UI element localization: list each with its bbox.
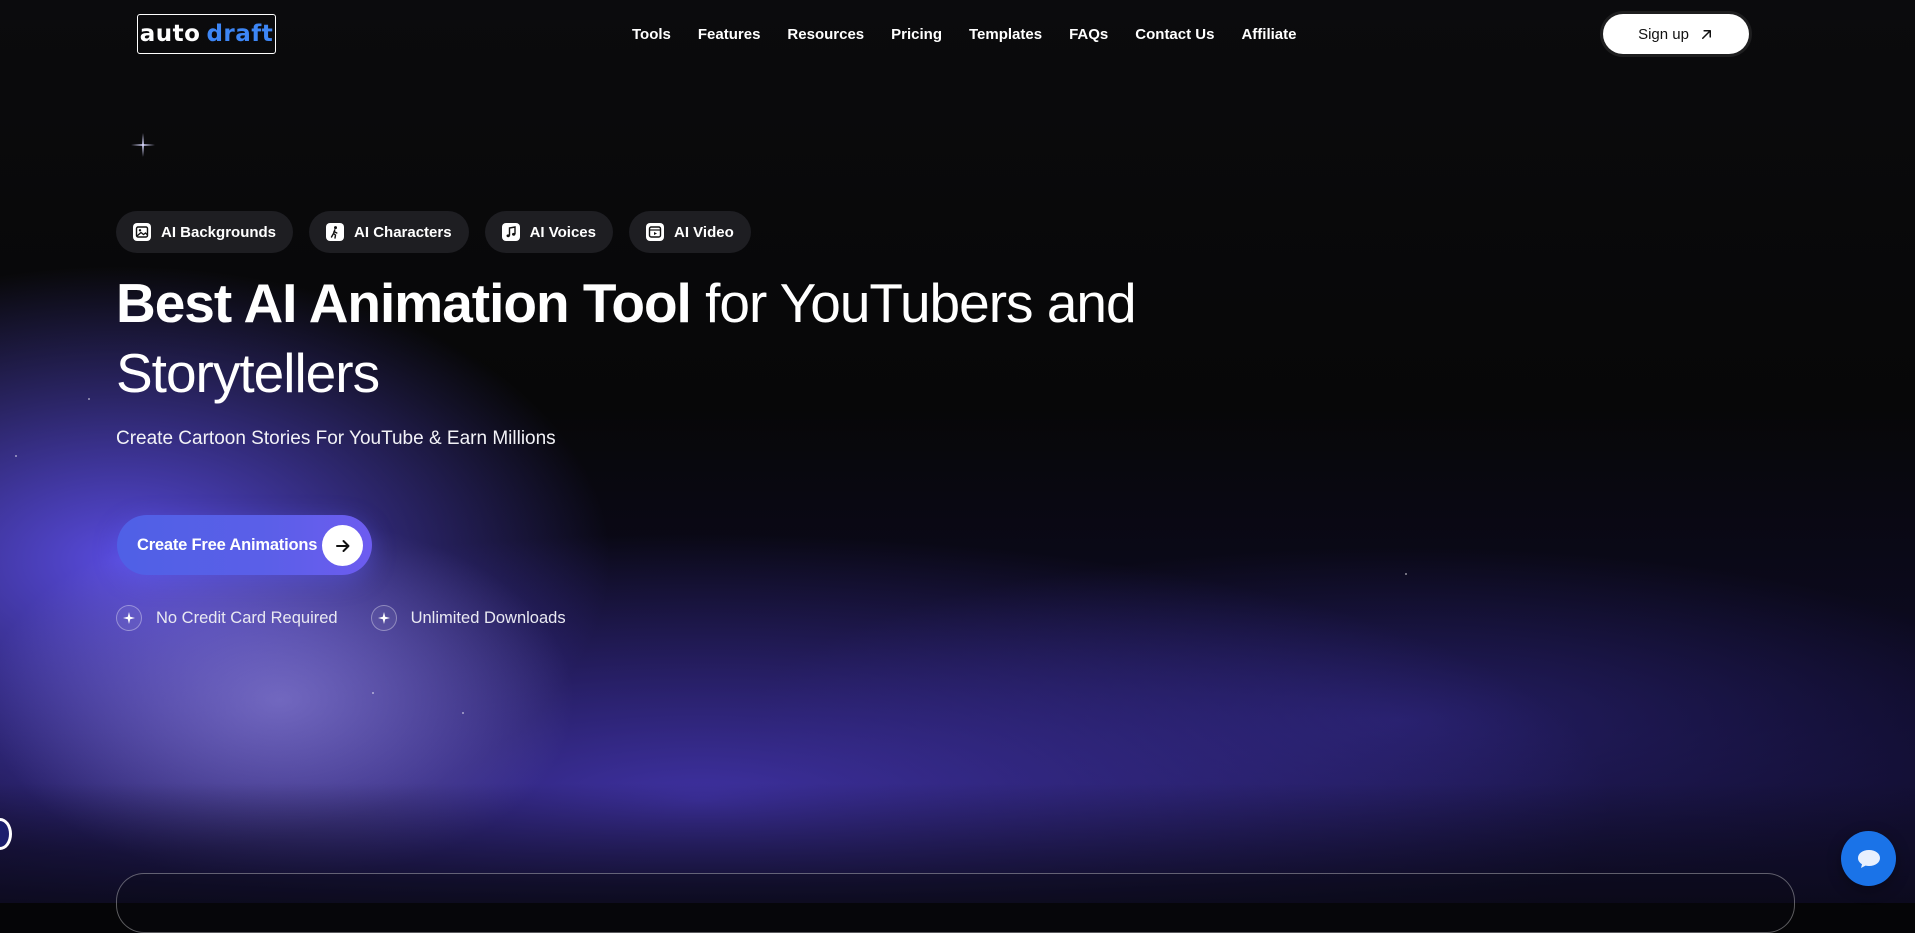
logo-word-auto: auto [139, 21, 201, 47]
hero-headline: Best AI Animation Tool for YouTubers and… [116, 268, 1266, 408]
chip-ai-backgrounds[interactable]: AI Backgrounds [116, 211, 294, 253]
arrow-up-right-icon [1701, 29, 1711, 39]
video-icon [646, 223, 664, 241]
nav-link-templates[interactable]: Templates [969, 26, 1042, 43]
feature-label: No Credit Card Required [156, 608, 338, 627]
sparkle-icon [131, 133, 155, 157]
chat-button[interactable] [1841, 831, 1896, 886]
create-free-animations-button[interactable]: Create Free Animations [117, 515, 372, 575]
music-note-icon [501, 223, 520, 241]
chip-label: AI Backgrounds [161, 223, 277, 241]
top-header: auto draft Tools Features Resources Prici… [0, 0, 1915, 70]
hero-subtitle: Create Cartoon Stories For YouTube & Ear… [116, 428, 556, 449]
nav-link-faqs[interactable]: FAQs [1069, 26, 1108, 43]
nav-link-affiliate[interactable]: Affiliate [1241, 26, 1296, 43]
star-dot [88, 398, 90, 400]
nav-link-features[interactable]: Features [698, 26, 761, 43]
nav-link-tools[interactable]: Tools [632, 26, 671, 43]
chat-bubble-icon [1857, 849, 1880, 868]
chip-label: AI Voices [529, 223, 596, 241]
star-dot [15, 455, 17, 457]
chip-ai-video[interactable]: AI Video [629, 211, 751, 253]
star-dot [1405, 573, 1407, 575]
sparkle-badge-icon [370, 605, 397, 631]
hero-background [0, 0, 1915, 903]
headline-strong: Best AI Animation Tool [116, 272, 692, 334]
chip-label: AI Characters [354, 223, 452, 241]
nav-link-pricing[interactable]: Pricing [891, 26, 942, 43]
star-dot [462, 712, 464, 714]
feature-no-credit-card: No Credit Card Required [116, 605, 338, 631]
feature-unlimited-downloads: Unlimited Downloads [370, 605, 566, 631]
star-dot [372, 692, 374, 694]
feature-chips: AI Backgrounds AI Characters AI Voices A… [116, 211, 751, 253]
chip-ai-characters[interactable]: AI Characters [309, 211, 469, 253]
sparkle-badge-icon [116, 605, 142, 631]
main-navigation: Tools Features Resources Pricing Templat… [632, 26, 1296, 43]
nav-link-resources[interactable]: Resources [787, 26, 864, 43]
character-icon [326, 223, 345, 241]
preview-panel [116, 873, 1795, 933]
signup-label: Sign up [1638, 25, 1689, 43]
arrow-right-icon [322, 525, 363, 566]
image-icon [133, 223, 151, 241]
nav-link-contact-us[interactable]: Contact Us [1135, 26, 1214, 43]
logo-word-draft: draft [206, 21, 274, 47]
feature-label: Unlimited Downloads [410, 608, 566, 627]
feature-highlights: No Credit Card Required Unlimited Downlo… [116, 605, 566, 631]
chip-label: AI Video [674, 223, 734, 241]
autodraft-logo[interactable]: auto draft [137, 14, 276, 54]
signup-button[interactable]: Sign up [1603, 14, 1749, 54]
chip-ai-voices[interactable]: AI Voices [484, 211, 613, 253]
cta-label: Create Free Animations [137, 535, 318, 554]
